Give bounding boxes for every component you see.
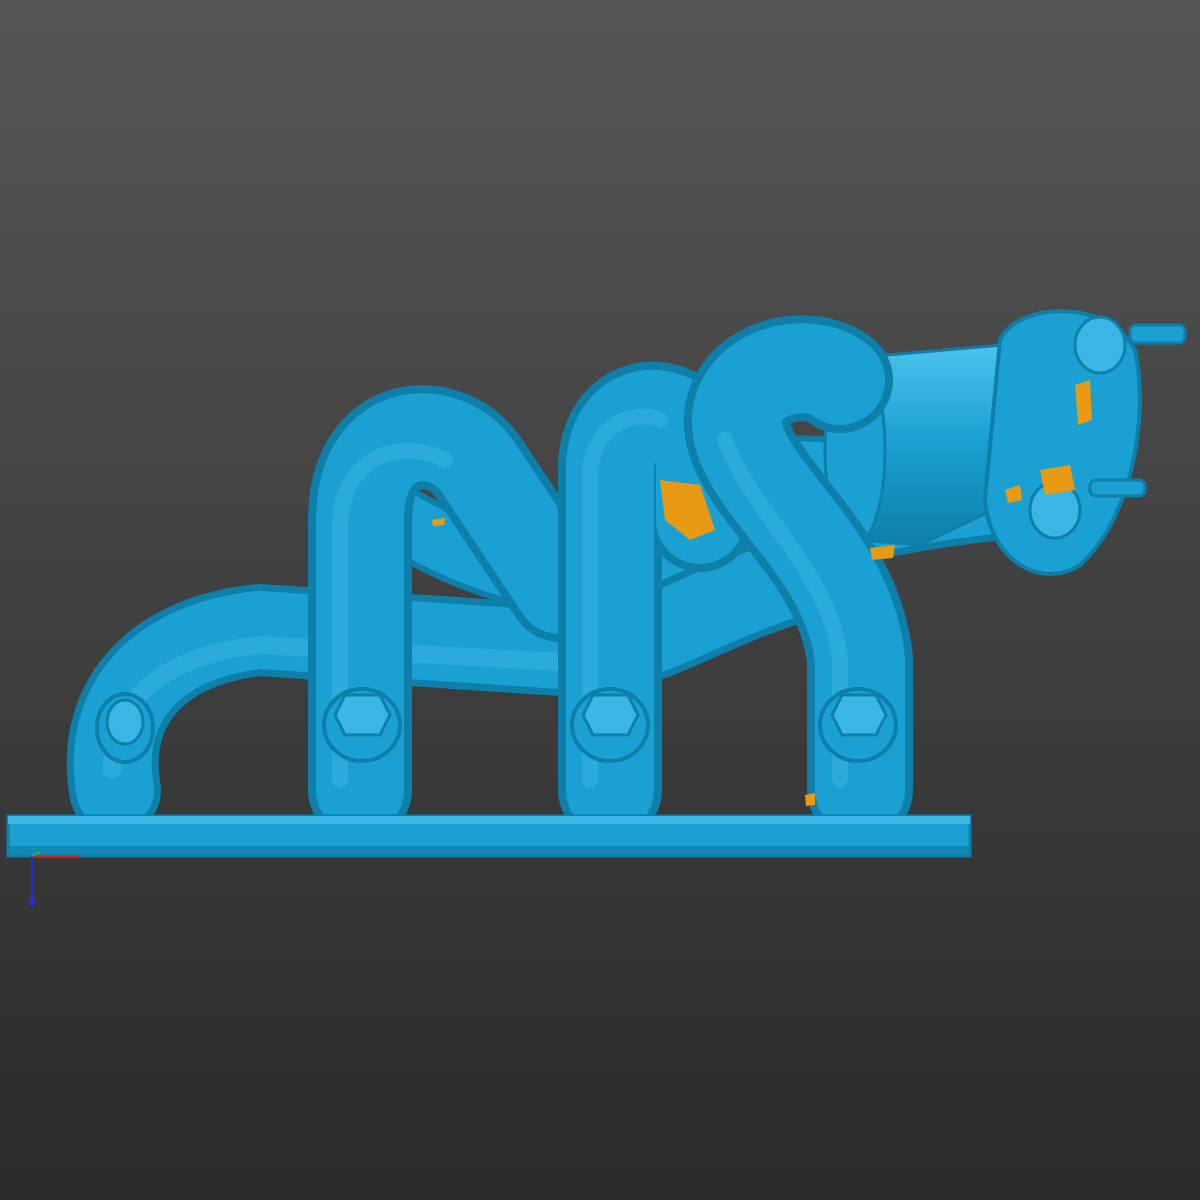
outlet-flange bbox=[982, 309, 1187, 576]
3d-viewport[interactable] bbox=[0, 0, 1200, 1200]
bolt-1 bbox=[322, 687, 402, 763]
bolt-3 bbox=[818, 687, 898, 763]
bolt-2 bbox=[570, 687, 650, 763]
port-1 bbox=[95, 692, 155, 764]
base-flange-plate bbox=[6, 814, 972, 858]
scan-mesh-model[interactable] bbox=[0, 0, 1200, 1200]
runner-left-long bbox=[66, 524, 866, 836]
